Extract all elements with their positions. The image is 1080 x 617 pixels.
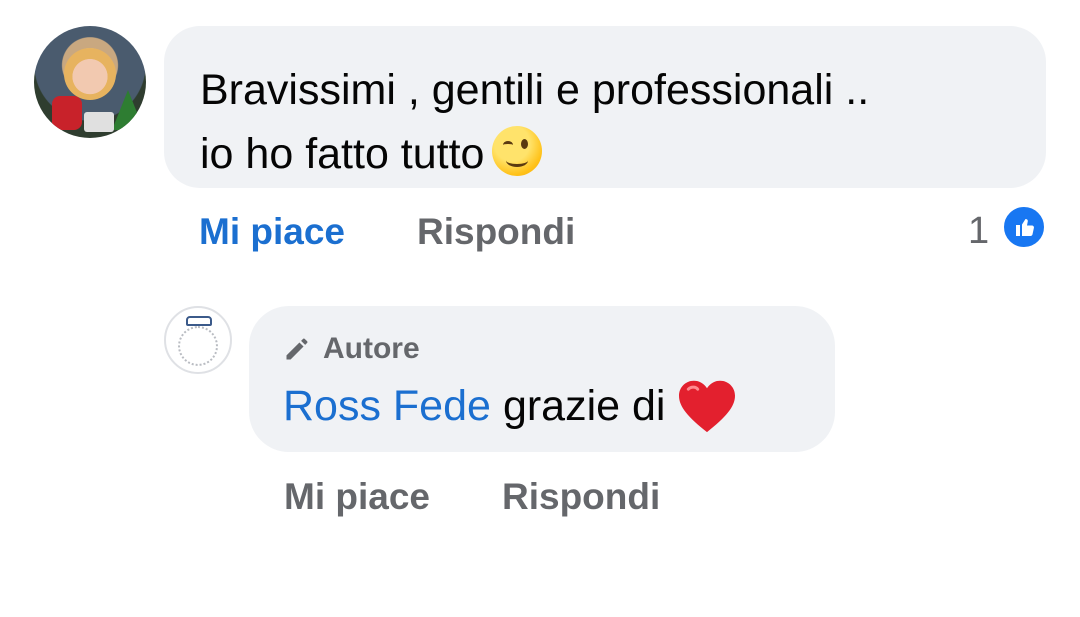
author-avatar[interactable] — [164, 306, 232, 374]
comment-bubble: Bravissimi , gentili e professionali .. … — [164, 26, 1046, 188]
reply-text: Ross Fede grazie di — [283, 376, 737, 436]
avatar-gift — [84, 112, 114, 132]
avatar-face — [64, 48, 116, 100]
avatar-tree — [112, 90, 144, 130]
pencil-icon — [286, 338, 308, 360]
commenter-avatar[interactable] — [34, 26, 146, 138]
reply-reply-button[interactable]: Rispondi — [502, 476, 660, 518]
avatar-santa — [52, 96, 82, 130]
like-count[interactable]: 1 — [968, 210, 989, 253]
avatar-ring — [178, 326, 218, 366]
author-badge: Autore — [283, 332, 420, 366]
comment-like-button[interactable]: Mi piace — [199, 211, 345, 253]
red-heart-icon — [679, 380, 736, 433]
comment-line-2: io ho fatto tutto — [200, 130, 485, 178]
comment-line-1: Bravissimi , gentili e professionali .. — [200, 66, 870, 114]
reply-like-button[interactable]: Mi piace — [284, 476, 430, 518]
avatar-car-logo — [186, 316, 212, 326]
author-badge-label: Autore — [323, 332, 420, 365]
reply-bubble: Autore Ross Fede grazie di — [249, 306, 835, 452]
comment-reply-button[interactable]: Rispondi — [417, 211, 575, 253]
reply-message: grazie di — [502, 382, 666, 430]
winking-face-icon — [492, 126, 543, 176]
comment-text: Bravissimi , gentili e professionali .. … — [200, 58, 1010, 186]
thumbs-up-icon[interactable] — [1001, 204, 1047, 250]
mention-link[interactable]: Ross Fede — [283, 376, 491, 436]
comment-line-2-wrap: io ho fatto tutto — [200, 122, 1010, 186]
